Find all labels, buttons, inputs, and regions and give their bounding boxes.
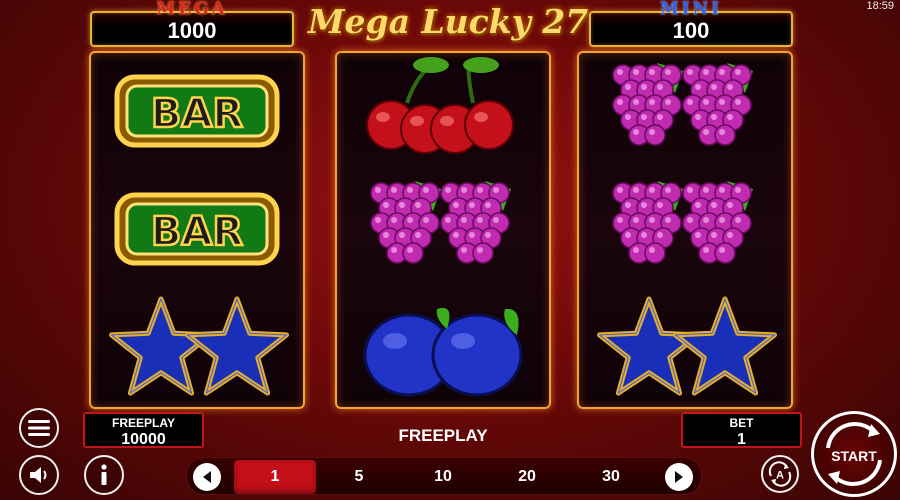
bet-option[interactable]: 20: [486, 460, 568, 494]
bet-option[interactable]: 30: [570, 460, 652, 494]
svg-text:BAR: BAR: [151, 209, 243, 255]
status-time: 18:59: [866, 0, 894, 12]
prev-arrow-icon: [203, 471, 211, 483]
bet-next-button[interactable]: [665, 463, 693, 491]
grapes-symbol: [337, 171, 549, 289]
mini-jackpot-box: MINI 100: [589, 0, 793, 47]
mini-jackpot-value: 100: [672, 18, 710, 43]
plums-symbol: [337, 289, 549, 407]
bet-value: 1: [737, 431, 746, 448]
speaker-icon: [30, 467, 47, 483]
reel-1: BAR BAR: [89, 51, 305, 409]
reel-2: [335, 51, 551, 409]
svg-text:BAR: BAR: [151, 91, 243, 137]
status-message: FREEPLAY: [398, 426, 488, 445]
start-button[interactable]: START: [811, 411, 897, 497]
stars-symbol: [579, 289, 791, 407]
svg-text:A: A: [776, 470, 784, 482]
bet-option[interactable]: 1: [234, 460, 316, 494]
freeplay-label: FREEPLAY: [112, 416, 175, 430]
freeplay-credit-box: FREEPLAY 10000: [83, 412, 204, 448]
mini-jackpot-title: MINI: [659, 0, 723, 19]
grapes-symbol: [579, 53, 791, 171]
bet-box: BET 1: [681, 412, 802, 448]
autoplay-icon: A: [768, 461, 792, 487]
sound-button[interactable]: [19, 455, 59, 495]
menu-icon: [28, 420, 50, 436]
mega-jackpot-title: MEGA: [156, 0, 228, 19]
bet-option[interactable]: 10: [402, 460, 484, 494]
stars-symbol: [91, 289, 303, 407]
menu-button[interactable]: [19, 408, 59, 448]
start-label: START: [831, 448, 877, 464]
game-logo: Mega Lucky 27: [308, 2, 589, 41]
bet-label: BET: [729, 416, 754, 430]
bet-selector: 1 5 10 20 30: [186, 457, 702, 495]
info-icon: [101, 464, 107, 485]
cherries-symbol: [337, 53, 549, 171]
bet-option[interactable]: 5: [318, 460, 400, 494]
next-arrow-icon: [675, 471, 683, 483]
reel-3: [577, 51, 793, 409]
bet-prev-button[interactable]: [193, 463, 221, 491]
bar-symbol: BAR: [91, 53, 303, 171]
grapes-symbol: [579, 171, 791, 289]
bar-symbol: BAR: [91, 171, 303, 289]
freeplay-value: 10000: [121, 431, 166, 448]
autoplay-button[interactable]: A: [761, 455, 799, 493]
mega-jackpot-value: 1000: [167, 18, 217, 43]
info-button[interactable]: [84, 455, 124, 495]
mega-jackpot-box: MEGA 1000: [90, 0, 294, 47]
